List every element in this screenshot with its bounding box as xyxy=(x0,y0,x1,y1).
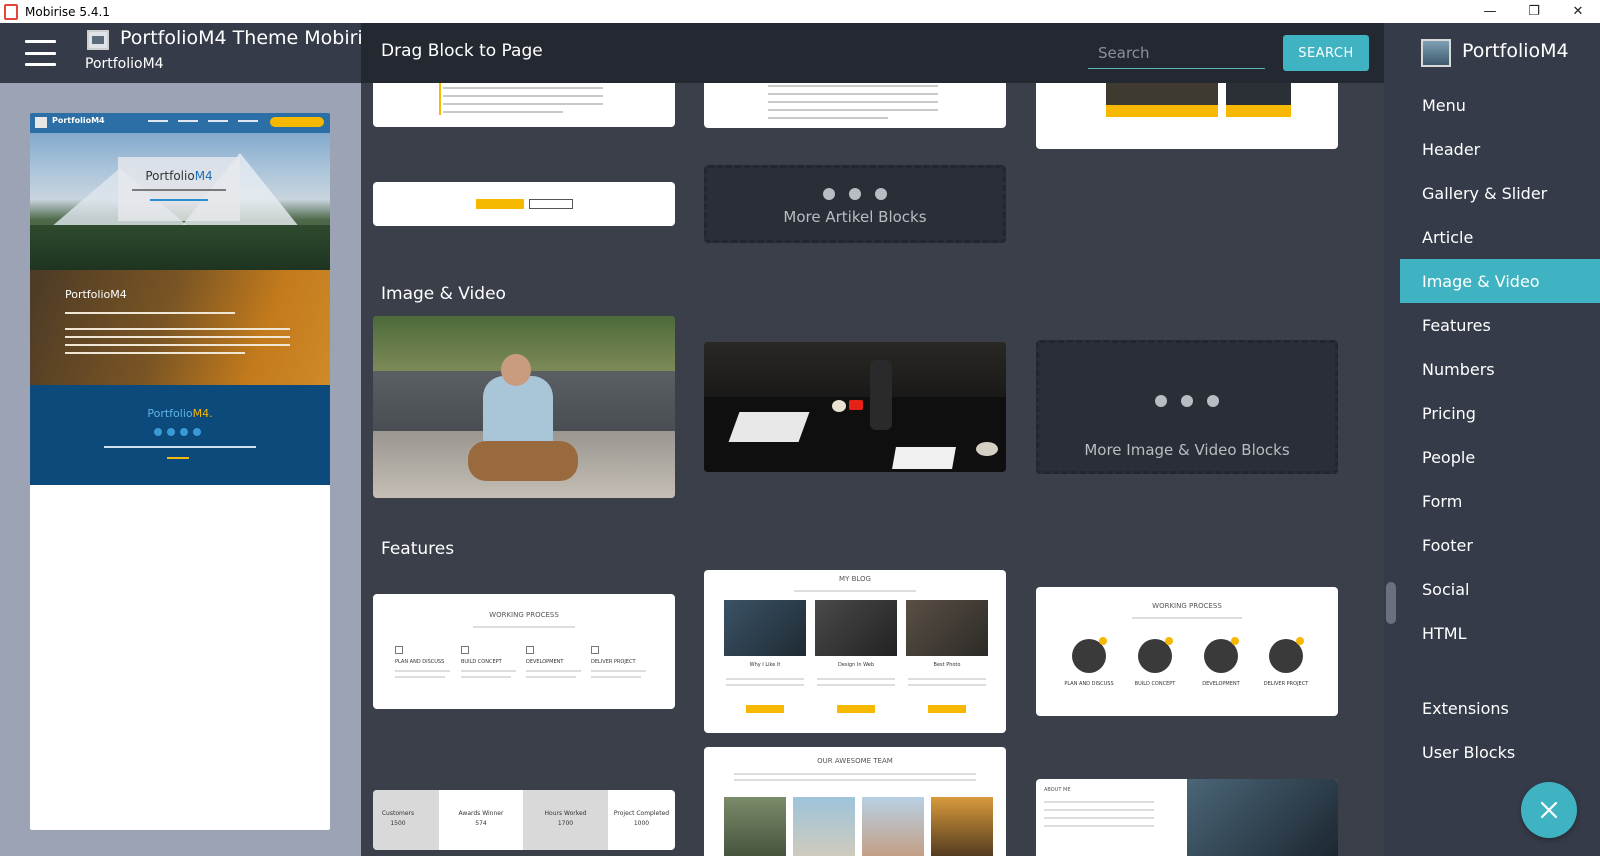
team-title: OUR AWESOME TEAM xyxy=(817,757,893,765)
play-video-icon xyxy=(849,400,863,410)
project-thumbnail-icon xyxy=(87,30,109,50)
category-numbers[interactable]: Numbers xyxy=(1400,347,1600,391)
social-icon xyxy=(193,428,201,436)
theme-header: PortfolioM4 xyxy=(1384,23,1600,83)
category-user-blocks[interactable]: User Blocks xyxy=(1400,730,1600,774)
blocks-scrollbar-thumb[interactable] xyxy=(1386,582,1396,624)
preview-footer-title: PortfolioM4. xyxy=(147,407,213,420)
article-block-thumbnail[interactable] xyxy=(1036,83,1338,149)
image-block-thumbnail[interactable] xyxy=(373,316,675,498)
article-block-thumbnail[interactable] xyxy=(704,83,1006,128)
preview-navbar: PortfolioM4 xyxy=(30,113,330,133)
category-pricing[interactable]: Pricing xyxy=(1400,391,1600,435)
more-artikel-blocks[interactable]: More Artikel Blocks xyxy=(704,165,1006,243)
preview-logo-icon xyxy=(35,117,47,128)
features-about-me-block[interactable]: ABOUT ME xyxy=(1036,779,1338,856)
close-window-icon[interactable]: ✕ xyxy=(1556,0,1600,23)
category-features[interactable]: Features xyxy=(1400,303,1600,347)
preview-live-demo-button xyxy=(529,199,573,209)
features-my-blog-block[interactable]: MY BLOG Why I Like It Design In Web Best… xyxy=(704,570,1006,733)
blocks-scrollbar-track xyxy=(1384,83,1400,856)
category-html[interactable]: HTML xyxy=(1400,611,1600,655)
working-process-title: WORKING PROCESS xyxy=(489,611,559,619)
blocks-panel-header: Drag Block to Page SEARCH xyxy=(361,23,1384,83)
features-working-process-block[interactable]: WORKING PROCESS PLAN AND DISCUSS BUILD C… xyxy=(373,594,675,709)
category-article[interactable]: Article xyxy=(1400,215,1600,259)
more-artikel-label: More Artikel Blocks xyxy=(783,208,927,226)
search-button[interactable]: SEARCH xyxy=(1283,35,1369,71)
window-controls: — ❐ ✕ xyxy=(1468,0,1600,23)
block-search-input[interactable] xyxy=(1088,37,1265,69)
blocks-panel-title: Drag Block to Page xyxy=(381,41,543,61)
people-team-block[interactable]: OUR AWESOME TEAM xyxy=(704,747,1006,856)
project-header: PortfolioM4 Theme Mobirise PortfolioM4 xyxy=(0,23,384,83)
more-image-video-label: More Image & Video Blocks xyxy=(1084,441,1290,459)
page-preview-panel: PortfolioM4 PortfolioM4 PortfolioM4 Port… xyxy=(0,83,361,856)
category-menu[interactable]: Menu xyxy=(1400,83,1600,127)
hamburger-menu-icon[interactable] xyxy=(25,40,56,66)
preview-nav-logo: PortfolioM4 xyxy=(52,116,105,125)
numbers-counters-block[interactable]: Customers 1500 Awards Winner 574 Hours W… xyxy=(373,790,675,850)
category-extensions[interactable]: Extensions xyxy=(1400,686,1600,730)
social-icon xyxy=(154,428,162,436)
mobirise-app-icon xyxy=(4,3,18,20)
preview-article-section: PortfolioM4 xyxy=(30,270,330,385)
close-icon[interactable] xyxy=(1521,782,1577,838)
features-working-process-icons-block[interactable]: WORKING PROCESS PLAN AND DISCUSS BUILD C… xyxy=(1036,587,1338,716)
working-process-icons-title: WORKING PROCESS xyxy=(1152,602,1222,610)
window-titlebar: Mobirise 5.4.1 — ❐ ✕ xyxy=(0,0,1600,23)
social-icon xyxy=(167,428,175,436)
window-title: Mobirise 5.4.1 xyxy=(25,4,110,19)
section-title-features: Features xyxy=(381,539,455,559)
blocks-list[interactable]: More Artikel Blocks Image & Video More I… xyxy=(361,83,1384,856)
category-people[interactable]: People xyxy=(1400,435,1600,479)
page-preview[interactable]: PortfolioM4 PortfolioM4 PortfolioM4 Port… xyxy=(30,113,330,830)
article-buttons-block-thumbnail[interactable] xyxy=(373,182,675,226)
category-footer[interactable]: Footer xyxy=(1400,523,1600,567)
preview-learn-more-button xyxy=(476,199,524,209)
preview-hero-card: PortfolioM4 xyxy=(118,157,240,221)
restore-icon[interactable]: ❐ xyxy=(1512,0,1556,23)
category-image-video[interactable]: Image & Video xyxy=(1400,259,1600,303)
theme-title: PortfolioM4 xyxy=(1462,40,1569,62)
minimize-icon[interactable]: — xyxy=(1468,0,1512,23)
more-image-video-blocks[interactable]: More Image & Video Blocks xyxy=(1036,340,1338,474)
project-title: PortfolioM4 Theme Mobirise xyxy=(120,27,385,49)
project-page-name: PortfolioM4 xyxy=(85,56,164,72)
social-icon xyxy=(180,428,188,436)
about-me-title: ABOUT ME xyxy=(1044,787,1071,793)
category-form[interactable]: Form xyxy=(1400,479,1600,523)
video-block-thumbnail[interactable] xyxy=(704,342,1006,472)
section-title-image-video: Image & Video xyxy=(381,284,506,304)
preview-hero-title: PortfolioM4 xyxy=(145,169,213,183)
theme-thumbnail-icon xyxy=(1421,39,1451,67)
my-blog-title: MY BLOG xyxy=(839,575,871,583)
category-social[interactable]: Social xyxy=(1400,567,1600,611)
category-header[interactable]: Header xyxy=(1400,127,1600,171)
preview-footer-section: PortfolioM4. xyxy=(30,385,330,485)
article-block-thumbnail[interactable] xyxy=(373,83,675,127)
preview-hero-image: PortfolioM4 xyxy=(30,113,330,270)
preview-article-title: PortfolioM4 xyxy=(65,288,127,301)
category-gallery-slider[interactable]: Gallery & Slider xyxy=(1400,171,1600,215)
preview-nav-button xyxy=(270,117,324,127)
block-categories-sidebar: Menu Header Gallery & Slider Article Ima… xyxy=(1400,83,1600,856)
